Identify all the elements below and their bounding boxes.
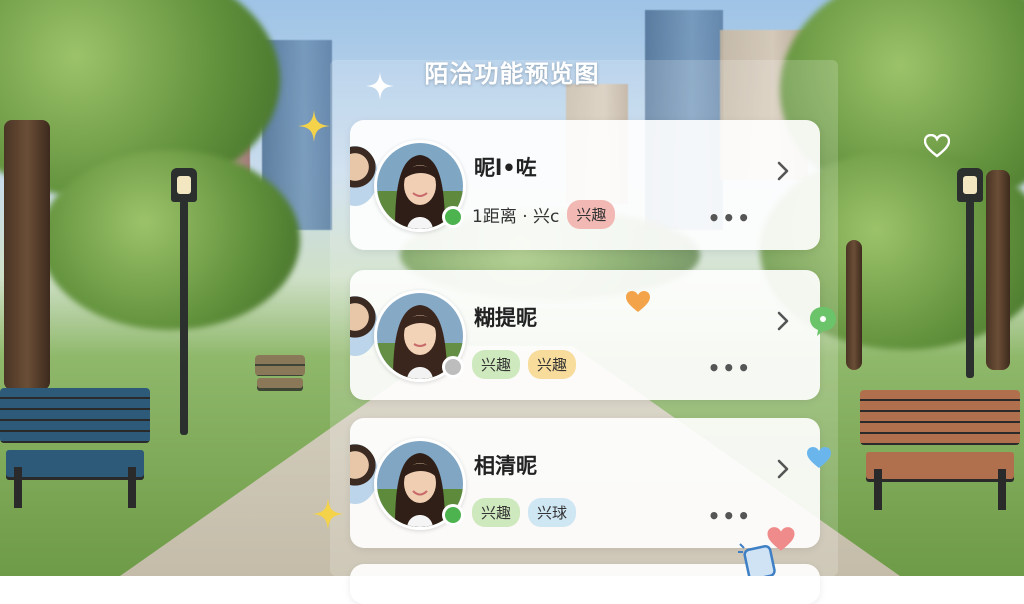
interest-tag[interactable]: 兴球 <box>528 498 577 527</box>
interest-tag[interactable]: 兴趣 <box>472 498 521 527</box>
page-title: 陌洽功能预览图 <box>424 60 600 88</box>
nickname: 相清昵 <box>474 454 537 478</box>
interest-tag[interactable]: 兴趣 <box>528 350 577 379</box>
phone-icon <box>738 543 776 576</box>
nickname: 昵l•咗 <box>474 156 537 180</box>
chevron-right-icon[interactable] <box>768 454 798 484</box>
heart-icon <box>626 291 650 312</box>
heart-outline-icon <box>924 134 950 158</box>
heart-icon <box>807 447 831 468</box>
chevron-right-icon[interactable] <box>768 156 798 186</box>
distance-text: 1距离 · 兴c <box>472 207 560 227</box>
sparkle-icon <box>298 110 330 142</box>
secondary-avatar <box>350 146 378 206</box>
user-card[interactable]: 糊提昵 兴趣 兴趣 ••• <box>350 270 820 400</box>
online-status-dot <box>442 504 464 526</box>
more-horizontal-icon[interactable]: ••• <box>708 206 752 230</box>
sparkle-icon <box>312 498 344 530</box>
interest-tag[interactable]: 兴趣 <box>567 200 616 229</box>
secondary-avatar <box>350 296 378 356</box>
nickname: 糊提昵 <box>474 306 537 330</box>
sparkle-icon <box>366 72 394 100</box>
user-card[interactable]: 相清昵 兴趣 兴球 ••• <box>350 418 820 548</box>
chat-bubble-icon <box>810 307 836 336</box>
offline-status-dot <box>442 356 464 378</box>
more-horizontal-icon[interactable]: ••• <box>708 504 752 528</box>
interest-tag[interactable]: 兴趣 <box>472 350 521 379</box>
online-status-dot <box>442 206 464 228</box>
secondary-avatar <box>350 444 378 504</box>
user-card[interactable]: 昵l•咗 1距离 · 兴c 兴趣 ••• <box>350 120 820 250</box>
chevron-right-icon[interactable] <box>768 306 798 336</box>
more-horizontal-icon[interactable]: ••• <box>708 356 752 380</box>
